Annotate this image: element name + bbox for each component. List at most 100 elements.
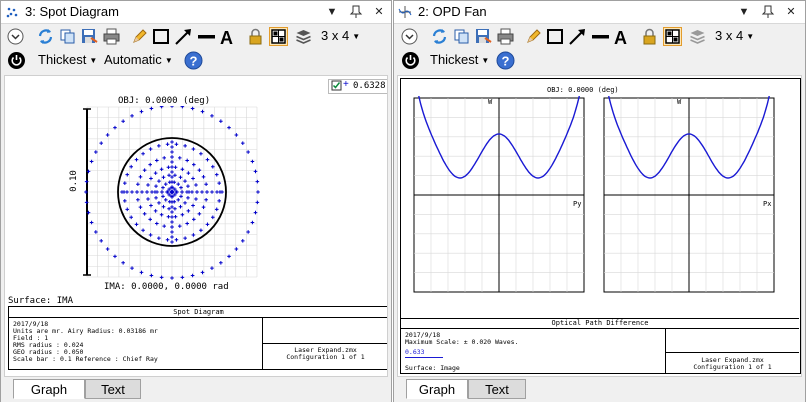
- crosshair-grid-icon[interactable]: [269, 27, 288, 46]
- spot-marker: [135, 190, 139, 194]
- spot-marker: [197, 212, 202, 216]
- spot-marker: [153, 171, 158, 175]
- pencil-icon[interactable]: [524, 27, 543, 46]
- toolbar-secondary: Thickest ▼ Automatic ▼ ?: [1, 49, 391, 73]
- spot-marker: [161, 194, 165, 199]
- window-menu-chevron-icon[interactable]: ▼: [736, 4, 752, 20]
- chief-ray-spot: [170, 190, 174, 194]
- print-icon[interactable]: [496, 27, 515, 46]
- layout-selector[interactable]: 3 x 4 ▼: [321, 27, 360, 46]
- spot-marker: [121, 119, 125, 124]
- layers-icon[interactable]: [294, 27, 313, 46]
- spot-marker: [134, 157, 139, 162]
- help-icon[interactable]: ?: [496, 51, 515, 70]
- spot-marker: [161, 204, 166, 209]
- text-a-icon[interactable]: A: [612, 27, 631, 46]
- spot-marker: [148, 147, 153, 151]
- line-icon[interactable]: [197, 27, 216, 46]
- help-icon[interactable]: ?: [184, 51, 203, 70]
- tab-graph[interactable]: Graph: [406, 379, 468, 399]
- spot-marker: [157, 144, 161, 148]
- scaling-dropdown[interactable]: Automatic ▼: [104, 51, 173, 70]
- info-block: Optical Path Difference 2017/9/18 Maximu…: [401, 318, 799, 373]
- spot-marker: [123, 199, 127, 203]
- spot-marker: [217, 181, 221, 185]
- lock-icon[interactable]: [246, 27, 265, 46]
- spot-marker: [173, 165, 178, 170]
- spot-marker: [149, 203, 153, 208]
- arrow-icon[interactable]: [568, 27, 587, 46]
- rectangle-icon[interactable]: [546, 27, 565, 46]
- spot-marker: [99, 239, 104, 243]
- info-heading: Spot Diagram: [9, 307, 387, 318]
- tab-text[interactable]: Text: [85, 379, 141, 399]
- spot-marker: [170, 155, 174, 159]
- legend-marker: +: [343, 79, 349, 90]
- title-bar[interactable]: 2: OPD Fan ▼ ✕: [394, 1, 805, 24]
- line-icon[interactable]: [591, 27, 610, 46]
- dropdown-circle-icon[interactable]: [400, 27, 419, 46]
- spot-marker: [146, 183, 150, 187]
- spot-marker: [214, 172, 219, 177]
- crosshair-grid-icon[interactable]: [663, 27, 682, 46]
- rectangle-icon[interactable]: [152, 27, 171, 46]
- text-a-icon[interactable]: A: [218, 27, 237, 46]
- tab-graph[interactable]: Graph: [13, 379, 85, 399]
- spot-marker: [134, 222, 139, 227]
- refresh-icon[interactable]: [36, 27, 55, 46]
- power-icon[interactable]: [7, 51, 26, 70]
- opd-plot: [413, 96, 775, 293]
- print-icon[interactable]: [102, 27, 121, 46]
- tab-text[interactable]: Text: [468, 379, 526, 399]
- spot-marker: [219, 260, 223, 265]
- spot-marker: [170, 145, 174, 149]
- spot-marker: [227, 125, 231, 130]
- thickness-dropdown[interactable]: Thickest ▼: [430, 51, 489, 70]
- spot-marker: [178, 175, 183, 180]
- close-icon[interactable]: ✕: [783, 4, 799, 20]
- copy-icon[interactable]: [58, 27, 77, 46]
- checkbox-icon[interactable]: [331, 80, 343, 92]
- spot-marker: [204, 197, 208, 202]
- toolbar-primary: A 3 x 4 ▼: [394, 24, 805, 49]
- save-icon[interactable]: [474, 27, 493, 46]
- window-menu-chevron-icon[interactable]: ▼: [324, 4, 340, 20]
- chevron-down-icon: ▼: [746, 31, 755, 41]
- dropdown-circle-icon[interactable]: [6, 27, 25, 46]
- spot-marker: [140, 190, 144, 194]
- pencil-icon[interactable]: [130, 27, 149, 46]
- save-icon[interactable]: [80, 27, 99, 46]
- refresh-icon[interactable]: [430, 27, 449, 46]
- spot-marker: [148, 233, 153, 237]
- spot-marker: [123, 181, 127, 185]
- spot-marker: [157, 201, 161, 205]
- spot-marker: [234, 133, 239, 137]
- wavelength-line: [405, 357, 443, 358]
- spot-marker: [162, 224, 167, 228]
- arrow-icon[interactable]: [174, 27, 193, 46]
- info-divider: [666, 352, 799, 353]
- lock-icon[interactable]: [640, 27, 659, 46]
- power-icon[interactable]: [401, 51, 420, 70]
- close-icon[interactable]: ✕: [371, 4, 387, 20]
- pin-icon[interactable]: [760, 4, 776, 20]
- spot-marker: [161, 175, 166, 180]
- pin-icon[interactable]: [348, 4, 364, 20]
- title-bar[interactable]: 3: Spot Diagram ▼ ✕: [1, 1, 391, 24]
- thickness-dropdown[interactable]: Thickest ▼: [38, 51, 97, 70]
- copy-icon[interactable]: [452, 27, 471, 46]
- spot-marker: [157, 236, 161, 240]
- info-divider: [263, 343, 387, 344]
- spot-marker: [178, 204, 183, 209]
- spot-marker: [210, 190, 214, 194]
- info-config: Configuration 1 of 1: [286, 353, 365, 361]
- spot-marker: [191, 233, 196, 237]
- layout-selector[interactable]: 3 x 4 ▼: [715, 27, 754, 46]
- spot-marker: [153, 209, 158, 213]
- spot-marker: [211, 215, 215, 220]
- layers-icon[interactable]: [688, 27, 707, 46]
- spot-marker: [255, 200, 260, 205]
- wavelength-legend[interactable]: + 0.6328: [328, 79, 387, 94]
- spot-marker: [205, 222, 210, 227]
- spot-marker: [105, 247, 110, 251]
